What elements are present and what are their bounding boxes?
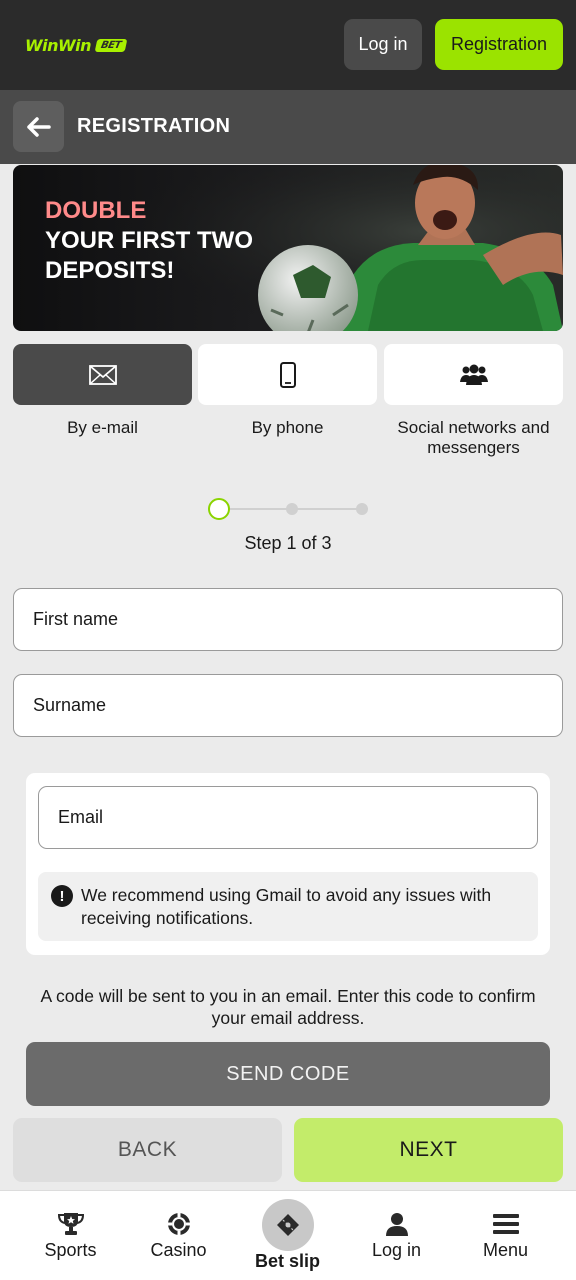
tab-label-email: By e-mail	[67, 418, 138, 437]
nav-item-login[interactable]: Log in	[339, 1191, 454, 1280]
code-info-text: A code will be sent to you in an email. …	[40, 986, 536, 1028]
next-button[interactable]: NEXT	[294, 1118, 563, 1182]
gmail-notice: ! We recommend using Gmail to avoid any …	[38, 872, 538, 941]
nav-item-bet-slip[interactable]: Bet slip	[230, 1191, 345, 1280]
back-button[interactable]: BACK	[13, 1118, 282, 1182]
trophy-icon	[57, 1213, 84, 1235]
banner-line-2: YOUR FIRST TWO	[45, 227, 253, 254]
nav-label-bet-slip: Bet slip	[254, 1251, 320, 1271]
first-name-input[interactable]	[13, 588, 563, 651]
surname-input[interactable]	[13, 674, 563, 737]
page-header: REGISTRATION	[0, 90, 576, 164]
step-dot-current	[208, 498, 230, 520]
users-icon	[459, 364, 488, 385]
tab-social-networks[interactable]	[384, 344, 563, 405]
nav-item-casino[interactable]: Casino	[121, 1191, 236, 1280]
winwin-logo[interactable]: WinWin BET	[25, 36, 128, 55]
tab-by-phone[interactable]	[198, 344, 377, 405]
step-dot	[356, 503, 368, 515]
arrow-left-icon	[26, 116, 51, 137]
banner-highlight: DOUBLE	[45, 197, 147, 224]
page-title: REGISTRATION	[77, 115, 231, 137]
back-arrow-button[interactable]	[13, 101, 64, 152]
casino-chip-icon	[167, 1213, 190, 1235]
tab-label-social: Social networks and messengers	[397, 418, 550, 457]
promo-banner[interactable]: DOUBLE YOUR FIRST TWO DEPOSITS!	[13, 165, 563, 331]
step-connector	[230, 508, 292, 510]
nav-item-sports[interactable]: Sports	[13, 1191, 128, 1280]
email-input[interactable]	[38, 786, 538, 849]
hamburger-icon	[492, 1214, 519, 1234]
ticket-icon	[277, 1214, 299, 1236]
step-connector	[292, 508, 362, 510]
nav-label-login: Log in	[371, 1240, 422, 1260]
send-code-button[interactable]: SEND CODE	[26, 1042, 550, 1106]
phone-icon	[279, 361, 296, 388]
nav-label-sports: Sports	[44, 1240, 97, 1260]
envelope-icon	[88, 364, 117, 385]
bottom-nav: Sports Casino Bet slip Log in Menu	[0, 1190, 576, 1280]
banner-headline: DOUBLE YOUR FIRST TWO DEPOSITS!	[45, 196, 253, 286]
tab-label-phone: By phone	[251, 418, 324, 437]
registration-button[interactable]: Registration	[435, 19, 563, 70]
user-icon	[385, 1213, 408, 1236]
step-dot	[286, 503, 298, 515]
top-header: WinWin BET Log in Registration	[0, 0, 576, 90]
notice-text: We recommend using Gmail to avoid any is…	[81, 885, 492, 928]
logo-text: WinWin	[25, 36, 92, 55]
step-counter: Step 1 of 3	[244, 533, 332, 553]
logo-badge: BET	[94, 39, 128, 52]
login-button[interactable]: Log in	[344, 19, 422, 70]
nav-item-menu[interactable]: Menu	[448, 1191, 563, 1280]
nav-label-casino: Casino	[150, 1240, 207, 1260]
banner-line-3: DEPOSITS!	[45, 257, 175, 284]
nav-label-menu: Menu	[482, 1240, 529, 1260]
tab-by-email[interactable]	[13, 344, 192, 405]
exclamation-icon: !	[51, 885, 73, 907]
